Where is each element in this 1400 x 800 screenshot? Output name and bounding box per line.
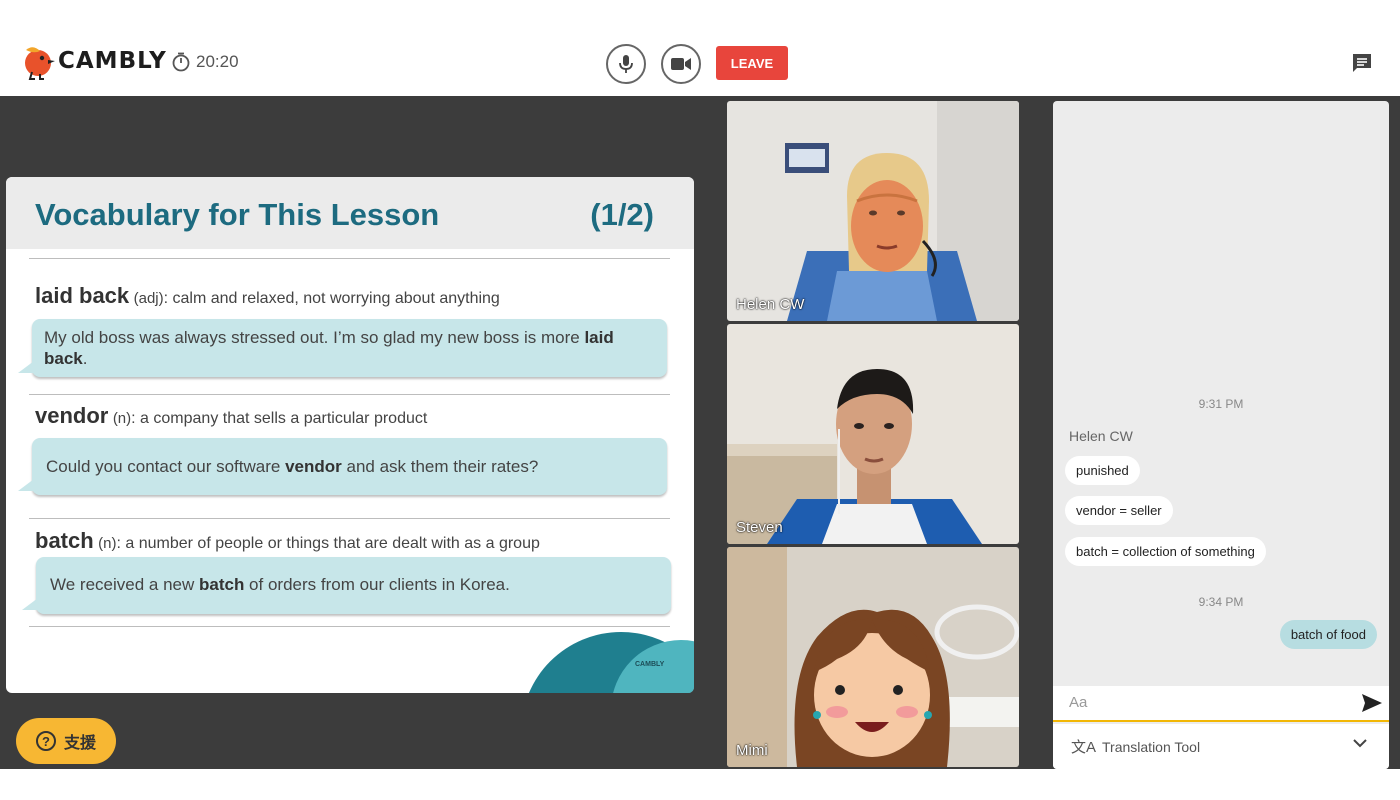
divider (29, 626, 670, 627)
chat-message: punished (1065, 456, 1140, 485)
divider (29, 258, 670, 259)
support-label: 支援 (63, 735, 96, 752)
chat-icon (1353, 54, 1371, 72)
chevron-down-icon (1353, 739, 1367, 748)
slide-decoration: CAMBLY (528, 632, 694, 693)
send-icon[interactable] (1361, 693, 1383, 713)
cambly-bird-icon (25, 47, 55, 80)
camera-icon (671, 58, 691, 70)
example-bubble: My old boss was always stressed out. I’m… (18, 319, 667, 377)
vocab-term: laid back (adj): calm and relaxed, not w… (35, 283, 500, 308)
translation-tool-label: Translation Tool (1102, 738, 1201, 755)
video-tile-helen: Helen CW (727, 101, 1019, 321)
participant-video-helen (727, 101, 1019, 321)
chat-sender-name: Helen CW (1069, 428, 1133, 444)
chat-message: vendor = seller (1065, 496, 1173, 525)
chat-input-bar (1053, 686, 1389, 722)
bottom-strip (0, 769, 1400, 800)
divider (29, 394, 670, 395)
video-tile-steven: Steven (727, 324, 1019, 544)
chat-input[interactable] (1069, 694, 1349, 711)
leave-button[interactable]: LEAVE (716, 46, 788, 80)
participant-video-mimi (727, 547, 1019, 767)
slide-header: Vocabulary for This Lesson (1/2) (6, 177, 694, 249)
chat-message: batch = collection of something (1065, 537, 1266, 566)
stopwatch-icon (172, 52, 190, 72)
session-timer: 20:20 (172, 52, 239, 72)
brand-name: CAMBLY (58, 48, 167, 74)
microphone-button[interactable] (606, 44, 646, 84)
video-tile-mimi: Mimi (727, 547, 1019, 767)
help-icon: ? (35, 731, 56, 751)
chat-panel: 9:31 PM Helen CW punished vendor = selle… (1053, 101, 1389, 769)
slide-title: Vocabulary for This Lesson (35, 197, 440, 232)
lesson-stage: Vocabulary for This Lesson (1/2) laid ba… (0, 96, 1400, 769)
example-bubble: We received a new batch of orders from o… (22, 557, 671, 614)
slide-page-number: (1/2) (590, 197, 654, 232)
top-bar: CAMBLY 20:20 LEAVE (0, 30, 1400, 96)
example-bubble: Could you contact our software vendor an… (18, 438, 667, 495)
participant-name: Helen CW (736, 296, 805, 313)
participant-video-steven (727, 324, 1019, 544)
divider (29, 518, 670, 519)
chat-message-own: batch of food (1279, 620, 1377, 649)
chat-timestamp: 9:31 PM (1198, 397, 1244, 411)
vocab-term: vendor (n): a company that sells a parti… (35, 403, 428, 428)
timer-value: 20:20 (196, 52, 239, 71)
camera-button[interactable] (661, 44, 701, 84)
support-button[interactable]: ? 支援 (16, 718, 116, 764)
participant-name: Mimi (736, 742, 768, 759)
chat-toggle-button[interactable] (1351, 52, 1373, 79)
chat-timestamp: 9:34 PM (1198, 595, 1244, 609)
cambly-logo: CAMBLY (18, 42, 167, 80)
participant-name: Steven (736, 519, 783, 536)
vocab-term: batch (n): a number of people or things … (35, 528, 540, 553)
microphone-icon (619, 55, 633, 73)
translate-icon: 文A (1071, 739, 1097, 756)
lesson-slide: Vocabulary for This Lesson (1/2) laid ba… (6, 177, 694, 693)
slide-brand-mark: CAMBLY (635, 661, 665, 668)
translation-tool-toggle[interactable]: 文A Translation Tool (1053, 724, 1389, 769)
